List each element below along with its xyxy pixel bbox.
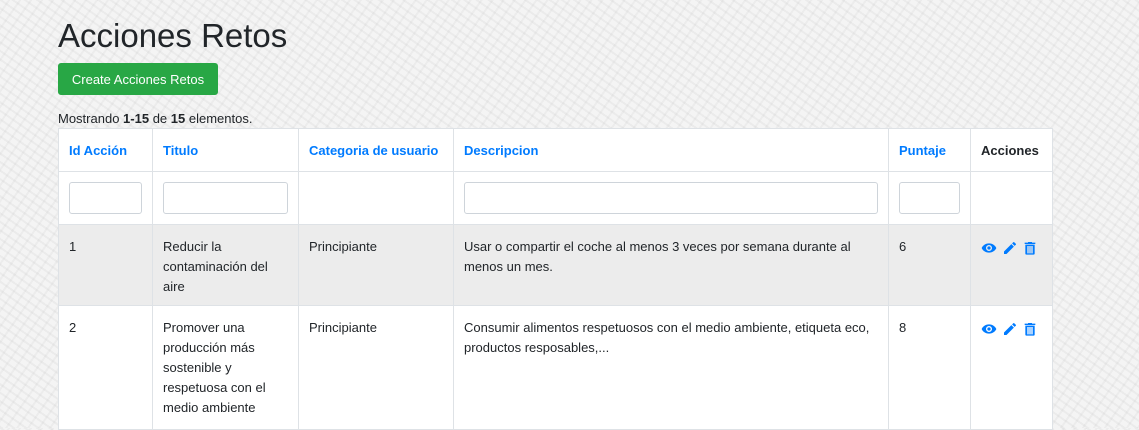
acciones-table: Id Acción Titulo Categoria de usuario De…: [58, 128, 1053, 430]
filter-descripcion-input[interactable]: [464, 182, 878, 214]
summary-range: 1-15: [123, 111, 150, 126]
trash-icon[interactable]: [1022, 321, 1038, 337]
header-titulo[interactable]: Titulo: [152, 128, 299, 172]
header-puntaje[interactable]: Puntaje: [888, 128, 971, 172]
header-descripcion[interactable]: Descripcion: [453, 128, 889, 172]
pencil-icon[interactable]: [1002, 321, 1018, 337]
cell-id: 1: [58, 224, 153, 306]
cell-puntaje: 8: [888, 305, 971, 430]
cell-categoria: Principiante: [298, 224, 454, 306]
header-categoria[interactable]: Categoria de usuario: [298, 128, 454, 172]
cell-titulo: Reducir la contaminación del aire: [152, 224, 299, 306]
filter-id-input[interactable]: [69, 182, 142, 214]
header-acciones: Acciones: [970, 128, 1053, 172]
page-title: Acciones Retos: [58, 17, 288, 54]
cell-id: 2: [58, 305, 153, 430]
filter-row: [58, 171, 1053, 225]
filter-cell-acciones: [970, 171, 1053, 225]
cell-categoria: Principiante: [298, 305, 454, 430]
cell-acciones: [970, 305, 1053, 430]
filter-cell-titulo: [152, 171, 299, 225]
filter-cell-descripcion: [453, 171, 889, 225]
cell-puntaje: 6: [888, 224, 971, 306]
table-row: 1 Reducir la contaminación del aire Prin…: [58, 224, 1053, 306]
pencil-icon[interactable]: [1002, 240, 1018, 256]
table-row: 2 Promover una producción más sostenible…: [58, 305, 1053, 430]
eye-icon[interactable]: [981, 321, 997, 337]
filter-cell-id: [58, 171, 153, 225]
summary-text: Mostrando 1-15 de 15 elementos.: [58, 111, 252, 126]
summary-total: 15: [170, 111, 186, 126]
trash-icon[interactable]: [1022, 240, 1038, 256]
summary-middle: de: [149, 111, 171, 126]
filter-puntaje-input[interactable]: [899, 182, 960, 214]
sort-link-titulo[interactable]: Titulo: [163, 143, 198, 158]
table-header-row: Id Acción Titulo Categoria de usuario De…: [58, 128, 1053, 172]
summary-suffix: elementos.: [185, 111, 253, 126]
cell-descripcion: Usar o compartir el coche al menos 3 vec…: [453, 224, 889, 306]
filter-cell-puntaje: [888, 171, 971, 225]
sort-link-categoria[interactable]: Categoria de usuario: [309, 143, 438, 158]
create-button[interactable]: Create Acciones Retos: [58, 63, 218, 95]
cell-descripcion: Consumir alimentos respetuosos con el me…: [453, 305, 889, 430]
sort-link-puntaje[interactable]: Puntaje: [899, 143, 946, 158]
cell-acciones: [970, 224, 1053, 306]
sort-link-id[interactable]: Id Acción: [69, 143, 127, 158]
eye-icon[interactable]: [981, 240, 997, 256]
filter-cell-categoria: [298, 171, 454, 225]
header-id[interactable]: Id Acción: [58, 128, 153, 172]
filter-titulo-input[interactable]: [163, 182, 288, 214]
summary-prefix: Mostrando: [58, 111, 124, 126]
cell-titulo: Promover una producción más sostenible y…: [152, 305, 299, 430]
sort-link-descripcion[interactable]: Descripcion: [464, 143, 538, 158]
